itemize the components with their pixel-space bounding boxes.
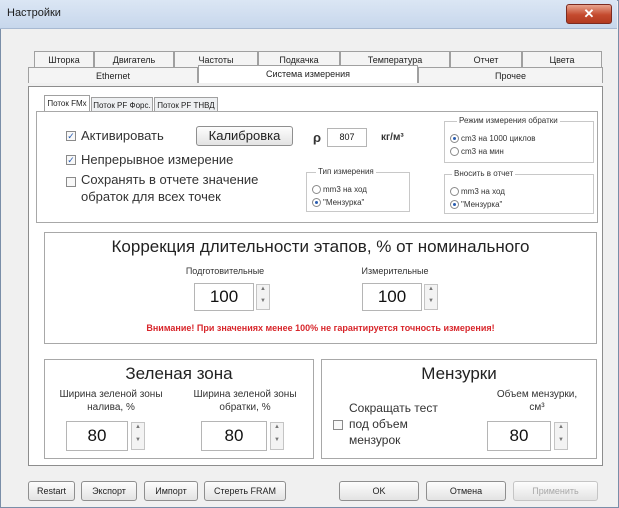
measurement-type-title: Тип измерения (316, 167, 376, 176)
measurement-type-radio-mm3[interactable] (312, 185, 321, 194)
activate-label: Активировать (81, 128, 164, 143)
spin-down-icon[interactable]: ▼ (271, 436, 283, 449)
spin-up-icon[interactable]: ▲ (555, 423, 567, 436)
preparatory-label: Подготовительные (185, 266, 265, 276)
restart-button[interactable]: Restart (28, 481, 75, 501)
return-width-input[interactable]: 80 (201, 421, 267, 451)
beaker-volume-input[interactable]: 80 (487, 421, 551, 451)
return-width-label-line1: Ширина зеленой зоны (193, 389, 297, 400)
continuous-label: Непрерывное измерение (81, 152, 234, 167)
reduce-test-checkbox[interactable] (333, 420, 343, 430)
preparatory-input[interactable]: 100 (194, 283, 254, 311)
fill-width-label-line1: Ширина зеленой зоны (59, 389, 163, 400)
subtab-flow-pf-forced[interactable]: Поток PF Форс. (91, 97, 153, 112)
spin-down-icon[interactable]: ▼ (257, 297, 269, 309)
export-button[interactable]: Экспорт (81, 481, 137, 501)
preparatory-spinner[interactable]: ▲ ▼ (256, 284, 270, 310)
measuring-spinner[interactable]: ▲ ▼ (424, 284, 438, 310)
measuring-input[interactable]: 100 (362, 283, 422, 311)
fill-width-label-line2: налива, % (87, 402, 135, 413)
import-button[interactable]: Импорт (144, 481, 198, 501)
spin-up-icon[interactable]: ▲ (271, 423, 283, 436)
apply-button[interactable]: Применить (513, 481, 598, 501)
report-units-title: Вносить в отчет (452, 169, 516, 178)
return-mode-title: Режим измерения обратки (457, 116, 560, 125)
close-button[interactable]: ✕ (566, 4, 612, 24)
density-input[interactable]: 807 (327, 128, 367, 147)
stage-correction-title: Коррекция длительности этапов, % от номи… (111, 237, 530, 256)
tab-measurement-system[interactable]: Система измерения (198, 65, 418, 83)
spin-up-icon[interactable]: ▲ (425, 285, 437, 297)
activate-checkbox[interactable]: ✓ (66, 131, 76, 141)
report-units-label-beaker: "Мензурка" (461, 200, 503, 209)
spin-down-icon[interactable]: ▼ (132, 436, 144, 449)
spin-down-icon[interactable]: ▼ (555, 436, 567, 449)
beakers-title: Мензурки (421, 364, 497, 383)
return-mode-radio-per-min[interactable] (450, 147, 459, 156)
spin-up-icon[interactable]: ▲ (132, 423, 144, 436)
beaker-volume-label-line1: Объем мензурки, (496, 389, 578, 400)
report-units-radio-mm3[interactable] (450, 187, 459, 196)
fill-width-spinner[interactable]: ▲ ▼ (131, 422, 145, 450)
accuracy-warning: Внимание! При значениях менее 100% не га… (146, 323, 495, 333)
reduce-test-label-line3: мензурок (349, 433, 401, 447)
tab-colors[interactable]: Цвета (522, 51, 602, 67)
report-units-radio-beaker[interactable] (450, 200, 459, 209)
tab-shutter[interactable]: Шторка (34, 51, 94, 67)
reduce-test-label-line2: под объем (349, 417, 408, 431)
density-unit: кг/м³ (381, 132, 404, 143)
return-mode-radio-per-1000[interactable] (450, 134, 459, 143)
beaker-volume-label-line2: см³ (529, 402, 545, 413)
subtab-flow-pf-pump[interactable]: Поток PF ТНВД (154, 97, 218, 112)
tab-ethernet[interactable]: Ethernet (28, 67, 198, 83)
green-zone-title: Зеленая зона (125, 364, 233, 383)
save-returns-label-line2: обраток для всех точек (81, 189, 221, 204)
save-returns-label-line1: Сохранять в отчете значение (81, 172, 259, 187)
window-title: Настройки (7, 7, 61, 19)
measurement-type-label-mm3: mm3 на ход (323, 185, 367, 194)
subtab-flow-fmx[interactable]: Поток FMx (44, 95, 90, 112)
measurement-type-label-beaker: "Мензурка" (323, 198, 365, 207)
save-returns-checkbox[interactable] (66, 177, 76, 187)
calibrate-button[interactable]: Калибровка (196, 126, 293, 146)
report-units-label-mm3: mm3 на ход (461, 187, 505, 196)
return-width-label-line2: обратки, % (219, 402, 271, 413)
spin-down-icon[interactable]: ▼ (425, 297, 437, 309)
erase-fram-button[interactable]: Стереть FRAM (204, 481, 286, 501)
reduce-test-label-line1: Сокращать тест (349, 401, 438, 415)
tab-other[interactable]: Прочее (418, 67, 603, 83)
tab-report[interactable]: Отчет (450, 51, 522, 67)
title-bar (0, 0, 617, 29)
ok-button[interactable]: OK (339, 481, 419, 501)
density-symbol: ρ (313, 130, 322, 145)
continuous-checkbox[interactable]: ✓ (66, 155, 76, 165)
fill-width-input[interactable]: 80 (66, 421, 128, 451)
return-width-spinner[interactable]: ▲ ▼ (270, 422, 284, 450)
measurement-type-radio-beaker[interactable] (312, 198, 321, 207)
return-mode-label-per-1000: cm3 на 1000 циклов (461, 134, 536, 143)
tab-engine[interactable]: Двигатель (94, 51, 174, 67)
spin-up-icon[interactable]: ▲ (257, 285, 269, 297)
measuring-label: Измерительные (361, 266, 429, 276)
beaker-volume-spinner[interactable]: ▲ ▼ (554, 422, 568, 450)
cancel-button[interactable]: Отмена (426, 481, 506, 501)
return-mode-label-per-min: cm3 на мин (461, 147, 504, 156)
